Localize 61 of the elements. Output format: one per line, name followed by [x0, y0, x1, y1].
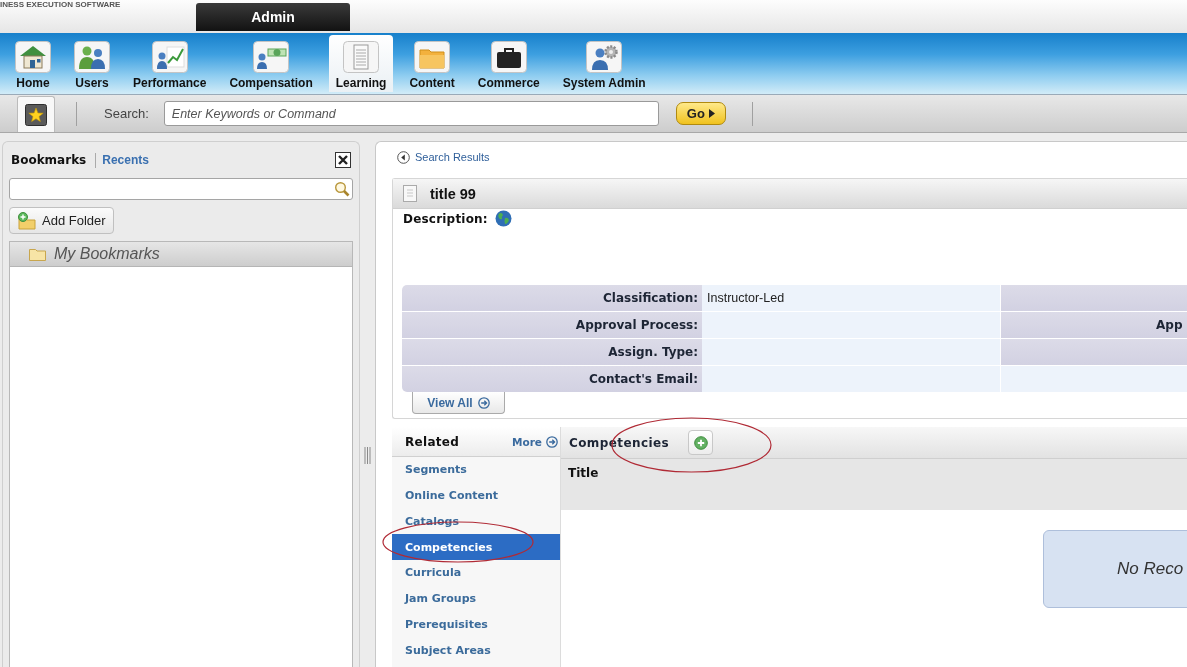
search-field[interactable]: Enter Keywords or Command — [163, 101, 659, 126]
related-item[interactable]: Subject Areas — [392, 637, 560, 663]
property-label: Assign. Type: — [402, 339, 702, 365]
briefcase-icon — [490, 41, 527, 73]
add-folder-button[interactable]: Add Folder — [9, 207, 114, 234]
related-item[interactable]: Competencies — [392, 534, 560, 560]
empty-message: No Reco — [1043, 530, 1187, 608]
nav-tab[interactable]: Content — [402, 35, 462, 92]
property-label: Classification: — [402, 285, 702, 311]
document-icon — [403, 185, 417, 202]
nav-tab[interactable]: Learning — [328, 35, 394, 92]
back-icon — [397, 150, 410, 164]
app-tab[interactable]: Admin — [196, 3, 350, 31]
related-item[interactable]: Curricula — [392, 560, 560, 586]
search-label: Search: — [104, 106, 149, 121]
document-icon — [343, 41, 380, 73]
arrow-circle-icon — [477, 396, 490, 409]
folder-plus-icon — [17, 211, 37, 230]
globe-icon — [494, 210, 512, 227]
nav-tab[interactable]: Home — [8, 35, 58, 92]
property-value: Instructor-Led — [702, 285, 1000, 311]
column-header: Title — [568, 466, 599, 480]
nav-tab[interactable]: Users — [67, 35, 117, 92]
view-all-button[interactable]: View All — [412, 392, 505, 414]
more-link[interactable]: More — [512, 435, 558, 448]
logo-text: INESS EXECUTION SOFTWARE — [0, 0, 122, 9]
caret-icon — [708, 109, 715, 118]
property-label: Approval Process: — [402, 312, 702, 338]
people-icon — [74, 41, 110, 73]
description-label: Description: — [403, 211, 488, 226]
nav-tab[interactable]: Compensation — [222, 35, 320, 92]
property-label: App — [1001, 312, 1187, 338]
related-title: Related — [405, 434, 460, 449]
tree-item[interactable]: My Bookmarks — [10, 242, 352, 267]
close-icon[interactable] — [335, 152, 351, 168]
person-gear-icon — [586, 41, 623, 73]
search-icon — [334, 181, 350, 197]
panel-tab[interactable]: Bookmarks — [11, 153, 87, 167]
record-title: title 99 — [430, 185, 476, 202]
nav-tab[interactable]: Performance — [126, 35, 214, 92]
nav-tab[interactable]: System Admin — [555, 35, 653, 92]
splitter-handle[interactable] — [364, 447, 371, 464]
person-chart-icon — [151, 41, 188, 73]
house-icon — [15, 41, 51, 73]
folder-icon — [414, 41, 451, 73]
related-item[interactable]: Prerequisites — [392, 611, 560, 638]
person-money-icon — [253, 41, 290, 73]
related-item[interactable]: Segments — [392, 457, 560, 483]
favorites-button[interactable] — [17, 96, 55, 132]
go-button[interactable]: Go — [675, 102, 726, 125]
folder-icon — [29, 247, 46, 261]
bookmark-search-field[interactable] — [9, 178, 353, 200]
related-item[interactable]: Online Content — [392, 482, 560, 509]
related-item[interactable]: Jam Groups — [392, 585, 560, 612]
add-button[interactable] — [688, 430, 713, 455]
search-results-link[interactable]: Search Results — [397, 150, 490, 164]
plus-icon — [693, 435, 708, 450]
nav-tab[interactable]: Commerce — [470, 35, 547, 92]
arrow-circle-icon — [546, 435, 558, 448]
panel-tab[interactable]: Recents — [102, 153, 149, 167]
property-label: Contact's Email: — [402, 366, 702, 392]
